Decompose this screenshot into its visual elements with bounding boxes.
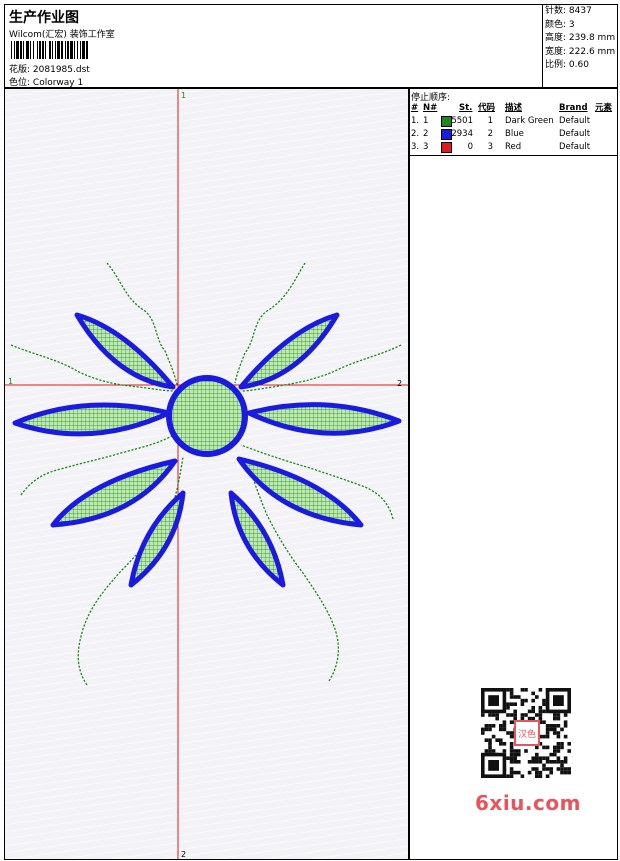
colorway-row: 色位: Colorway 1 — [9, 75, 83, 88]
colorway-label: 色位: — [9, 78, 31, 88]
row-index: 2. — [411, 129, 420, 139]
stop-row: 3. 3 0 3 Red Default — [409, 141, 617, 154]
col-header: 描述 — [505, 103, 523, 113]
color-description: Red — [505, 142, 522, 152]
axis-label-left: 1 — [8, 377, 13, 386]
stat-value: 222.6 mm — [568, 46, 616, 57]
design-value: 2081985.dst — [32, 65, 90, 75]
petal-leaf — [246, 402, 402, 436]
stitch-count: 5501 — [451, 116, 473, 126]
design-label: 花版: — [9, 65, 31, 75]
color-description: Dark Green — [505, 116, 554, 126]
petal-leaf — [228, 490, 286, 588]
stat-value: 239.8 mm — [568, 33, 616, 43]
col-header: # — [411, 103, 419, 113]
col-header: Brand — [559, 103, 588, 113]
color-code: 1 — [487, 116, 493, 126]
header-panel: 生产作业图 Wilcom(汇宏) 装饰工作室 花版: 2081985.dst 色… — [4, 4, 543, 88]
stat-stitches: 针数: 8437 — [543, 5, 617, 19]
page-title: 生产作业图 — [9, 10, 79, 26]
petal-leaf — [128, 490, 186, 588]
tendril-group — [10, 262, 402, 686]
petal-leaf — [74, 312, 176, 390]
stitch-count: 0 — [467, 142, 473, 152]
stat-label: 比例: — [545, 60, 567, 70]
row-index: 3. — [411, 142, 420, 152]
design-file-row: 花版: 2081985.dst — [9, 62, 90, 75]
petal-leaf — [12, 402, 172, 437]
stat-scale: 比例: 0.60 — [543, 59, 617, 73]
axis-label-top: 1 — [181, 91, 186, 100]
color-swatch — [441, 129, 452, 140]
stat-value: 3 — [568, 19, 575, 30]
color-code: 3 — [487, 142, 493, 152]
stop-sequence-panel: 停止顺序: # N# St. 代码 描述 Brand 元素 1. 1 5501 1 Da… — [408, 88, 618, 860]
axis-label-right: 2 — [397, 379, 402, 388]
stat-label: 高度: — [545, 33, 567, 43]
stat-value: 0.60 — [568, 60, 589, 70]
stat-width: 宽度: 222.6 mm — [543, 46, 617, 60]
flower-center — [166, 375, 248, 457]
barcode-icon — [11, 41, 88, 59]
thread-brand: Default — [559, 142, 591, 152]
stop-row: 1. 1 5501 1 Dark Green Default — [409, 115, 617, 128]
thread-brand: Default — [559, 116, 591, 126]
petal-leaf — [50, 458, 178, 528]
stitch-count: 2934 — [451, 129, 473, 139]
axis-label-bottom: 2 — [181, 850, 186, 859]
stat-height: 高度: 239.8 mm — [543, 32, 617, 46]
needle-number: 2 — [423, 129, 429, 139]
stop-table-header: # N# St. 代码 描述 Brand 元素 — [409, 102, 617, 115]
stats-panel: 针数: 8437 颜色: 3 高度: 239.8 mm 宽度: 222.6 mm… — [542, 4, 618, 88]
color-code: 2 — [487, 129, 493, 139]
thread-brand: Default — [559, 129, 591, 139]
col-header: 元素 — [595, 103, 613, 113]
stat-colors: 颜色: 3 — [543, 19, 617, 33]
stat-label: 针数: — [545, 6, 567, 16]
needle-number: 1 — [423, 116, 429, 126]
stop-table-divider — [409, 155, 617, 156]
stop-row: 2. 2 2934 2 Blue Default — [409, 128, 617, 141]
needle-number: 3 — [423, 142, 429, 152]
color-swatch — [441, 116, 452, 127]
col-header: N# — [423, 103, 438, 113]
studio-subtitle: Wilcom(汇宏) 装饰工作室 — [9, 30, 115, 40]
stat-value: 8437 — [568, 6, 592, 16]
color-swatch — [441, 142, 452, 153]
row-index: 1. — [411, 116, 420, 126]
color-description: Blue — [505, 129, 524, 139]
col-header: St. — [459, 103, 473, 113]
embroidery-canvas: 1 2 1 2 — [5, 89, 409, 859]
petal-leaf — [236, 456, 364, 528]
colorway-value: Colorway 1 — [32, 78, 84, 88]
design-preview: 1 2 1 2 汉色 — [4, 88, 583, 860]
watermark-logo: 6xiu.com — [475, 791, 581, 815]
stat-label: 颜色: — [545, 19, 567, 30]
col-header: 代码 — [478, 103, 496, 113]
stat-label: 宽度: — [545, 46, 567, 57]
